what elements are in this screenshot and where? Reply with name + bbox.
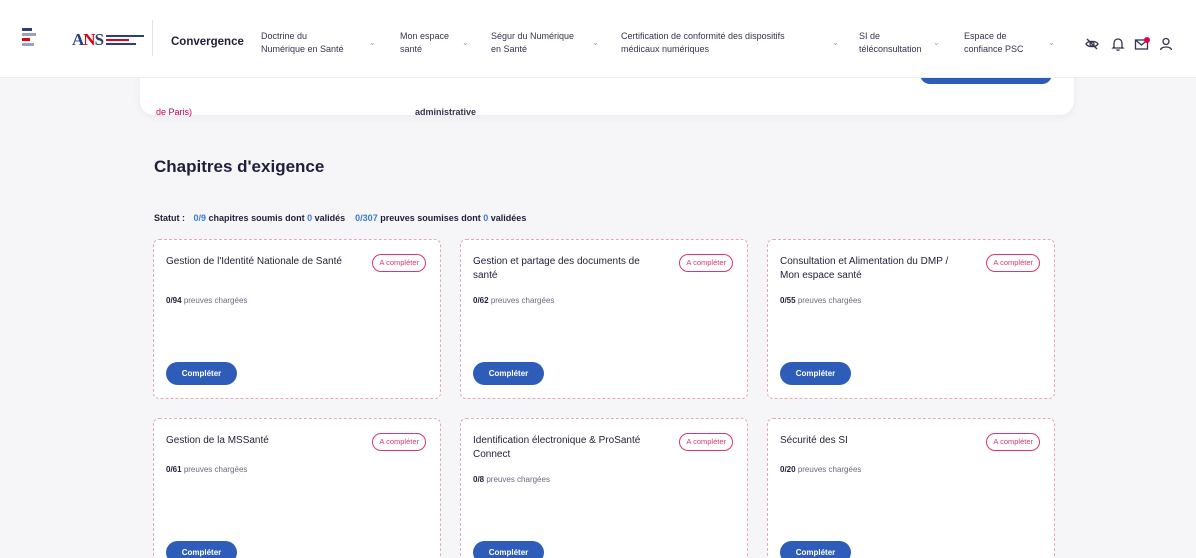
info-card-admin-label: administrative (415, 107, 477, 117)
status-badge: A compléter (986, 433, 1040, 451)
nav-mon-espace-sante[interactable]: Mon espace santé ⌄ (400, 30, 470, 56)
chapter-title: Gestion de l'Identité Nationale de Santé (166, 256, 342, 267)
page-title: Chapitres d'exigence (154, 157, 325, 176)
eye-off-icon[interactable] (1084, 36, 1100, 52)
status-badge: A compléter (679, 433, 733, 451)
chapter-title: Gestion et partage des documents de sant… (473, 256, 640, 281)
chapter-proof-count: 0/20 preuves chargées (780, 465, 862, 474)
complete-button[interactable]: Compléter (473, 362, 544, 385)
nav-si-teleconsultation[interactable]: SI de téléconsultation ⌄ (859, 30, 944, 56)
bell-icon[interactable] (1110, 36, 1126, 52)
chapter-proof-count: 0/8 preuves chargées (473, 475, 550, 484)
chevron-down-icon: ⌄ (592, 38, 599, 47)
chapter-proof-count: 0/94 preuves chargées (166, 296, 248, 305)
chevron-down-icon: ⌄ (832, 38, 839, 47)
chapter-card: Consultation et Alimentation du DMP / Mo… (767, 239, 1055, 399)
chapter-proof-count: 0/55 preuves chargées (780, 296, 862, 305)
status-badge: A compléter (372, 433, 426, 451)
chevron-down-icon: ⌄ (933, 38, 940, 47)
nav-doctrine[interactable]: Doctrine du Numérique en Santé ⌄ (261, 30, 381, 56)
user-icon[interactable] (1158, 36, 1174, 52)
brand-convergence[interactable]: Convergence (171, 36, 244, 48)
chapter-title: Identification électronique & ProSanté C… (473, 435, 641, 460)
chapter-title: Consultation et Alimentation du DMP / Mo… (780, 256, 949, 281)
complete-button[interactable]: Compléter (780, 541, 851, 558)
ans-logo[interactable]: ANS (72, 30, 145, 50)
complete-button[interactable]: Compléter (780, 362, 851, 385)
status-badge: A compléter (372, 254, 426, 272)
chapter-title: Sécurité des SI (780, 435, 848, 446)
ans-logo-lines (106, 34, 145, 46)
chevron-down-icon: ⌄ (369, 38, 376, 47)
ans-logo-mark: ANS (72, 30, 104, 49)
chapter-card: Gestion et partage des documents de sant… (460, 239, 748, 399)
header-divider (152, 20, 153, 56)
complete-button[interactable]: Compléter (473, 541, 544, 558)
chapter-card: Gestion de l'Identité Nationale de Santé… (153, 239, 441, 399)
complete-button[interactable]: Compléter (166, 541, 237, 558)
mail-icon[interactable] (1134, 36, 1150, 52)
chapter-card: Gestion de la MSSanté A compléter 0/61 p… (153, 418, 441, 558)
chapter-proof-count: 0/62 preuves chargées (473, 296, 555, 305)
nav-segur[interactable]: Ségur du Numérique en Santé ⌄ (491, 30, 603, 56)
complete-button[interactable]: Compléter (166, 362, 237, 385)
info-card-link[interactable]: de Paris) (156, 107, 192, 117)
chapter-proof-count: 0/61 preuves chargées (166, 465, 248, 474)
chevron-down-icon: ⌄ (1048, 38, 1055, 47)
status-badge: A compléter (679, 254, 733, 272)
status-badge: A compléter (986, 254, 1040, 272)
nav-espace-confiance-psc[interactable]: Espace de confiance PSC ⌄ (964, 30, 1055, 56)
status-summary: Statut : 0/9 chapitres soumis dont 0 val… (154, 213, 527, 223)
republique-francaise-logo[interactable] (22, 28, 36, 48)
chapter-title: Gestion de la MSSanté (166, 435, 269, 446)
chapter-card: Identification électronique & ProSanté C… (460, 418, 748, 558)
chevron-down-icon: ⌄ (462, 38, 469, 47)
top-navigation: ANS Convergence Doctrine du Numérique en… (0, 0, 1196, 78)
nav-certification[interactable]: Certification de conformité des disposit… (621, 30, 841, 56)
chapter-card: Sécurité des SI A compléter 0/20 preuves… (767, 418, 1055, 558)
